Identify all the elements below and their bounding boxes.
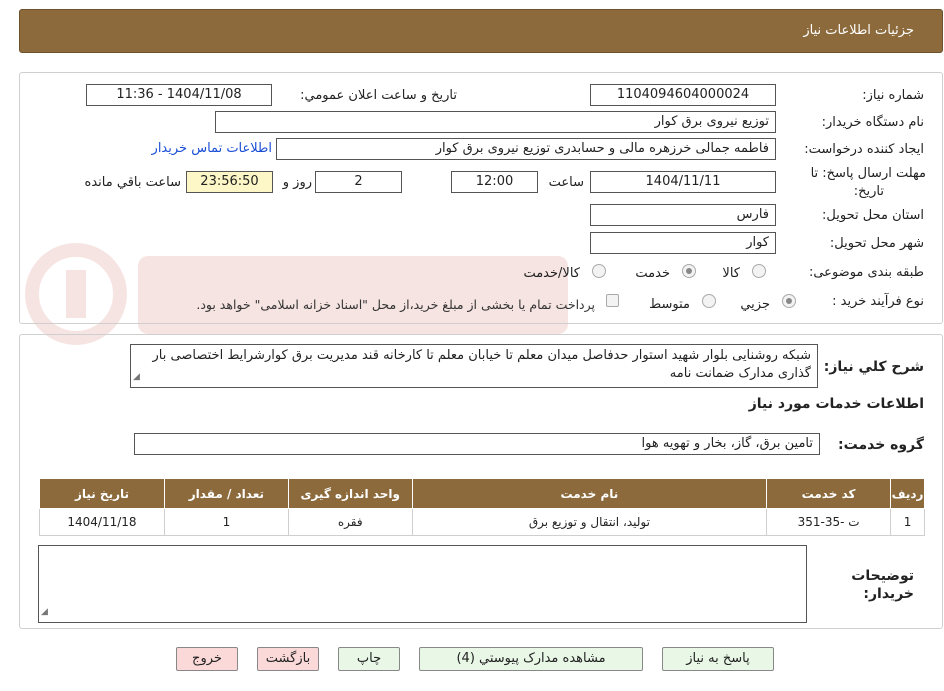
days-field: 2	[315, 171, 402, 193]
cell-need-date: 1404/11/18	[39, 508, 165, 536]
back-button[interactable]: بازگشت	[257, 647, 319, 671]
deadline-label: مهلت ارسال پاسخ: تا	[810, 166, 926, 181]
process-small-radio[interactable]	[782, 294, 796, 308]
creator-field: فاطمه جمالی خرزهره مالی و حسابدری توزیع …	[276, 138, 776, 160]
province-field: فارس	[590, 204, 776, 226]
col-need-date: تاریخ نیاز	[39, 478, 165, 509]
services-heading: اطلاعات خدمات مورد نياز	[748, 396, 924, 412]
process-small-label: جزيي	[740, 297, 770, 312]
buyer-notes-textarea[interactable]: ◢	[38, 545, 807, 623]
deadline-time-field: 12:00	[451, 171, 538, 193]
category-both-label: کالا/خدمت	[523, 266, 580, 281]
payment-note: پرداخت تمام یا بخشی از مبلغ خرید،از محل …	[196, 297, 595, 312]
table-header-row: ردیف کد خدمت نام خدمت واحد اندازه گیری ت…	[39, 478, 925, 509]
city-field: کوار	[590, 232, 776, 254]
province-label: استان محل تحویل:	[822, 208, 924, 223]
col-service-code: کد خدمت	[766, 478, 892, 509]
category-label: طبقه بندی موضوعی:	[808, 265, 924, 280]
description-label: شرح كلي نياز:	[823, 359, 924, 375]
category-both-radio[interactable]	[592, 264, 606, 278]
page-header: جزئیات اطلاعات نیاز	[19, 9, 943, 53]
details-panel	[19, 72, 943, 324]
deadline-date-field: 1404/11/11	[590, 171, 776, 193]
announce-date-field: 1404/11/08 - 11:36	[86, 84, 272, 106]
process-label: نوع فرآیند خرید :	[832, 294, 924, 309]
remaining-label: ساعت باقي مانده	[84, 175, 181, 190]
service-group-field: تامین برق، گاز، بخار و تهویه هوا	[134, 433, 820, 455]
view-attachments-button[interactable]: مشاهده مدارک پیوستي (4)	[419, 647, 643, 671]
days-label: روز و	[282, 175, 312, 190]
cell-service-code: ت -35-351	[766, 508, 892, 536]
need-number-field: 1104094604000024	[590, 84, 776, 106]
buyer-contact-link[interactable]: اطلاعات تماس خریدار	[152, 141, 272, 156]
treasury-checkbox[interactable]	[606, 294, 619, 307]
col-row-number: ردیف	[890, 478, 925, 509]
description-textarea[interactable]: شبکه روشنایی بلوار شهید استوار حدفاصل می…	[130, 344, 818, 388]
exit-button[interactable]: خروج	[176, 647, 238, 671]
creator-label: ایجاد کننده درخواست:	[804, 142, 924, 157]
cell-service-name: تولید، انتقال و توزیع برق	[411, 508, 768, 536]
cell-unit: فقره	[287, 508, 413, 536]
need-number-label: شماره نیاز:	[862, 88, 924, 103]
announce-date-label: تاریخ و ساعت اعلان عمومي:	[300, 88, 457, 103]
buyer-org-field: توزیع نیروی برق کوار	[215, 111, 776, 133]
col-service-name: نام خدمت	[411, 478, 768, 509]
print-button[interactable]: چاپ	[338, 647, 400, 671]
city-label: شهر محل تحویل:	[829, 236, 924, 251]
category-service-label: خدمت	[635, 266, 670, 281]
process-medium-label: متوسط	[649, 297, 690, 312]
category-goods-radio[interactable]	[752, 264, 766, 278]
services-table: ردیف کد خدمت نام خدمت واحد اندازه گیری ت…	[39, 478, 925, 536]
deadline-time-label: ساعت	[548, 175, 584, 190]
process-medium-radio[interactable]	[702, 294, 716, 308]
cell-row-number: 1	[890, 508, 925, 536]
cell-quantity: 1	[163, 508, 289, 536]
col-unit: واحد اندازه گیری	[287, 478, 413, 509]
buyer-org-label: نام دستگاه خریدار:	[821, 115, 924, 130]
category-goods-label: کالا	[722, 266, 740, 281]
buyer-notes-label: توضیحات	[851, 568, 914, 584]
resize-grip-icon[interactable]: ◢	[133, 368, 140, 386]
deadline-label-2: تاریخ:	[853, 184, 884, 199]
service-group-label: گروه خدمت:	[838, 437, 924, 453]
page-title: جزئیات اطلاعات نیاز	[803, 23, 914, 38]
category-service-radio[interactable]	[682, 264, 696, 278]
buyer-notes-label-2: خریدار:	[863, 586, 914, 602]
reply-button[interactable]: پاسخ به نیاز	[662, 647, 774, 671]
col-quantity: تعداد / مقدار	[163, 478, 289, 509]
resize-grip-icon[interactable]: ◢	[41, 603, 48, 621]
table-row: 1 ت -35-351 تولید، انتقال و توزیع برق فق…	[39, 508, 925, 536]
description-text: شبکه روشنایی بلوار شهید استوار حدفاصل می…	[152, 348, 811, 381]
remaining-time-field: 23:56:50	[186, 171, 273, 193]
